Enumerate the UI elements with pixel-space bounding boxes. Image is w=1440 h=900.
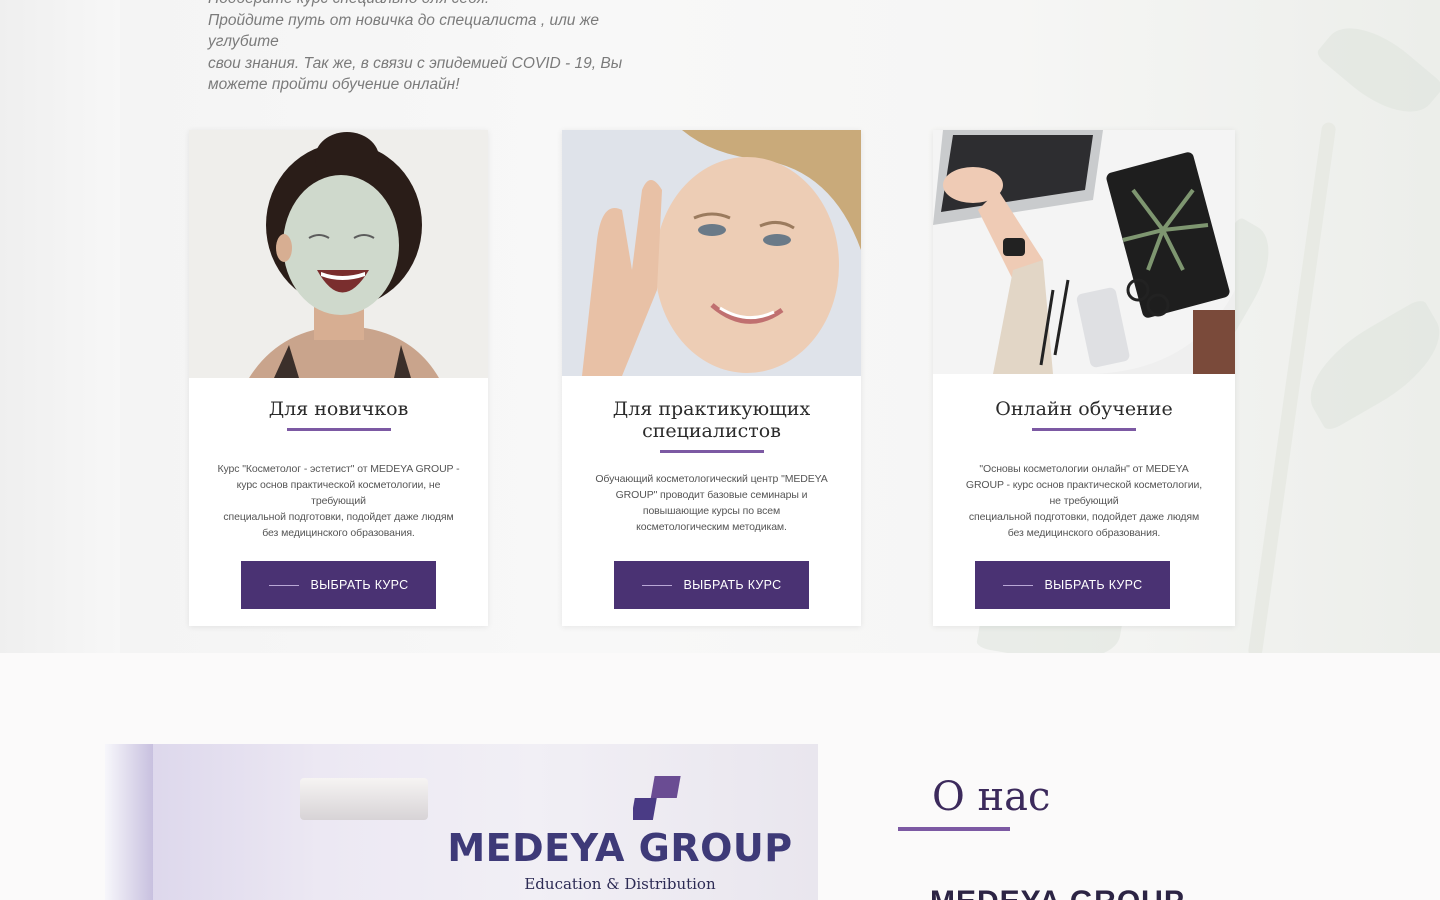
card-description: Обучающий косметологический центр "MEDEY… xyxy=(582,471,841,535)
card-description-line: Курс "Косметолог - эстетист" от MEDEYA G… xyxy=(217,463,460,475)
card-description-line: без медицинского образования. xyxy=(262,527,415,539)
card-title-line: Для практикующих xyxy=(612,398,811,420)
face-mask-photo xyxy=(189,130,488,378)
choose-course-button[interactable]: ВЫБРАТЬ КУРС xyxy=(975,561,1170,609)
intro-line: Подберите курс специально для себя. xyxy=(208,0,628,10)
card-description-line: "Основы косметологии онлайн" от MEDEYA xyxy=(979,463,1189,475)
card-title-underline xyxy=(286,428,391,431)
course-card-online: Онлайн обучение "Основы косметологии онл… xyxy=(933,130,1235,626)
photo-air-conditioner xyxy=(300,778,428,820)
card-title: Для новичков xyxy=(268,398,409,420)
card-description-line: Обучающий косметологический центр "MEDEY… xyxy=(595,473,828,485)
button-label: ВЫБРАТЬ КУРС xyxy=(683,578,782,592)
card-title-line: специалистов xyxy=(642,420,781,442)
choose-course-button[interactable]: ВЫБРАТЬ КУРС xyxy=(614,561,809,609)
button-line-decoration xyxy=(1002,584,1033,586)
sign-brand-subtitle: Education & Distribution xyxy=(524,875,716,893)
about-office-photo: MEDEYA GROUP Education & Distribution xyxy=(105,744,818,900)
course-card-practitioners: Для практикующих специалистов Обучающий … xyxy=(562,130,861,626)
card-title: Для практикующих специалистов xyxy=(562,398,861,442)
button-label: ВЫБРАТЬ КУРС xyxy=(1044,578,1143,592)
card-description-line: повышающие курсы по всем xyxy=(642,505,781,517)
intro-text: Подберите курс специально для себя. Прой… xyxy=(208,0,628,96)
card-description: Курс "Косметолог - эстетист" от MEDEYA G… xyxy=(209,461,468,541)
courses-section: Подберите курс специально для себя. Прой… xyxy=(0,0,1440,653)
card-description: "Основы косметологии онлайн" от MEDEYA G… xyxy=(953,461,1215,541)
card-title: Онлайн обучение xyxy=(995,398,1173,420)
background-leaf xyxy=(1292,297,1440,433)
button-label: ВЫБРАТЬ КУРС xyxy=(310,578,409,592)
card-description-line: без медицинского образования. xyxy=(1007,527,1161,539)
card-description-line: косметологическим методикам. xyxy=(636,521,787,533)
about-title: О нас xyxy=(932,774,1051,820)
card-image-woman-face xyxy=(562,130,861,376)
card-description-line: GROUP - курс основ практической косметол… xyxy=(965,479,1203,491)
card-image-face-mask xyxy=(189,130,488,378)
sign-brand-name: MEDEYA GROUP xyxy=(447,826,793,870)
card-title-underline xyxy=(1032,428,1136,431)
card-image-laptop xyxy=(933,130,1235,374)
medeya-logo-icon xyxy=(633,776,681,820)
card-title-underline xyxy=(659,450,764,453)
card-description-line: GROUP" проводит базовые семинары и xyxy=(615,489,808,501)
card-description-line: требующий xyxy=(311,495,366,507)
about-company-heading: MEDEYA GROUP xyxy=(930,885,1185,900)
woman-face-photo xyxy=(562,130,861,376)
button-line-decoration xyxy=(641,584,672,586)
course-card-beginners: Для новичков Курс "Косметолог - эстетист… xyxy=(189,130,488,626)
intro-line: Пройдите путь от новичка до специалиста … xyxy=(208,11,600,51)
about-title-underline xyxy=(898,827,1010,831)
intro-line: можете пройти обучение онлайн! xyxy=(208,76,460,93)
button-line-decoration xyxy=(268,584,299,586)
photo-wall-pillar xyxy=(105,744,153,900)
background-leaf xyxy=(1314,8,1440,132)
card-description-line: курс основ практической косметологии, не xyxy=(236,479,441,491)
card-description-line: специальной подготовки, подойдет даже лю… xyxy=(223,511,454,523)
card-description-line: специальной подготовки, подойдет даже лю… xyxy=(968,511,1200,523)
laptop-desk-photo xyxy=(933,130,1235,374)
choose-course-button[interactable]: ВЫБРАТЬ КУРС xyxy=(241,561,436,609)
card-description-line: не требующий xyxy=(1049,495,1119,507)
intro-line: свои знания. Так же, в связи с эпидемией… xyxy=(208,54,623,72)
background-left xyxy=(0,0,120,653)
